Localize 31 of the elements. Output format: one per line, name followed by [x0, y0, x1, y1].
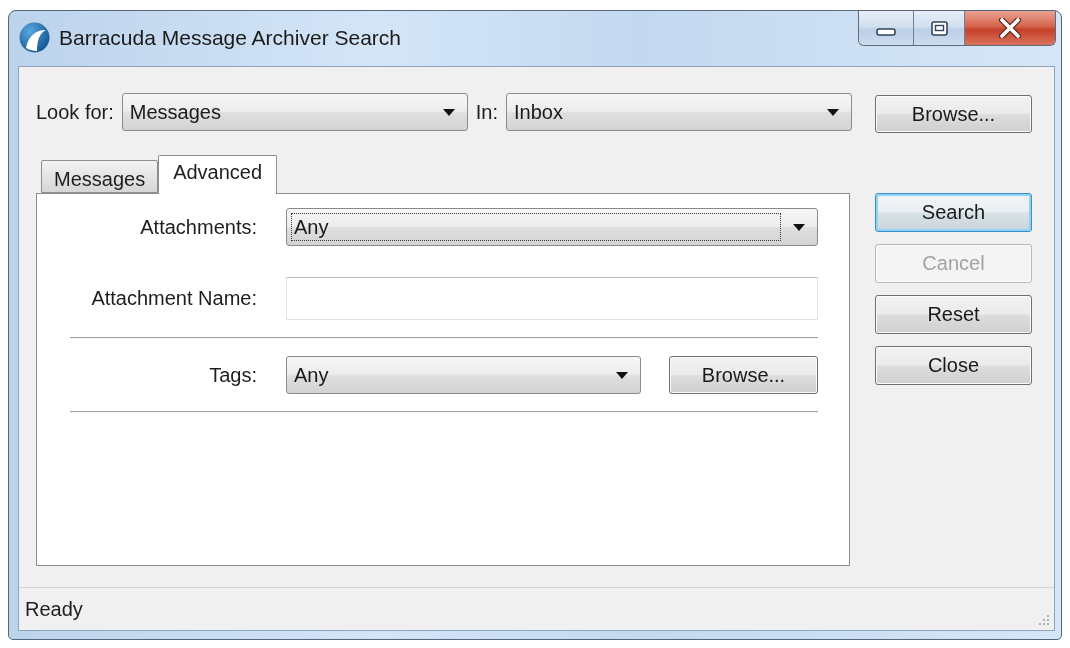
in-label: In:	[475, 100, 499, 124]
field-label: Attachments:	[140, 215, 257, 239]
location-dropdown[interactable]: Inbox	[506, 93, 852, 131]
look-for-label: Look for:	[36, 100, 114, 124]
dialog-button[interactable]: Search	[875, 193, 1032, 232]
browse-button[interactable]: Browse...	[875, 95, 1032, 133]
look-for-dropdown[interactable]: Messages	[121, 93, 468, 131]
caret-icon	[616, 371, 628, 379]
caret-icon	[793, 223, 805, 231]
dialog-button[interactable]: Close	[875, 346, 1032, 385]
minimize-button[interactable]	[859, 11, 913, 45]
tab[interactable]: Advanced	[158, 155, 278, 194]
resize-grip-icon	[1038, 614, 1050, 626]
dropdown[interactable]: Any	[286, 356, 641, 394]
field-label: Tags:	[209, 363, 257, 387]
window-title: Barracuda Message Archiver Search	[59, 25, 401, 50]
tab[interactable]: Messages	[41, 160, 159, 193]
maximize-button[interactable]	[913, 11, 964, 45]
caret-icon	[442, 108, 455, 116]
minimize-icon	[876, 28, 896, 36]
field-label: Attachment Name:	[91, 287, 257, 310]
close-icon	[999, 18, 1021, 38]
dialog-button[interactable]: Reset	[875, 295, 1032, 334]
caret-icon	[827, 108, 839, 116]
browse-button[interactable]: Browse...	[669, 356, 818, 394]
logo-icon	[19, 22, 50, 53]
status-text: Ready	[25, 597, 83, 621]
dropdown[interactable]: Any	[286, 208, 818, 246]
maximize-icon	[930, 20, 948, 36]
close-button[interactable]	[964, 11, 1055, 45]
input-field[interactable]	[286, 277, 818, 320]
